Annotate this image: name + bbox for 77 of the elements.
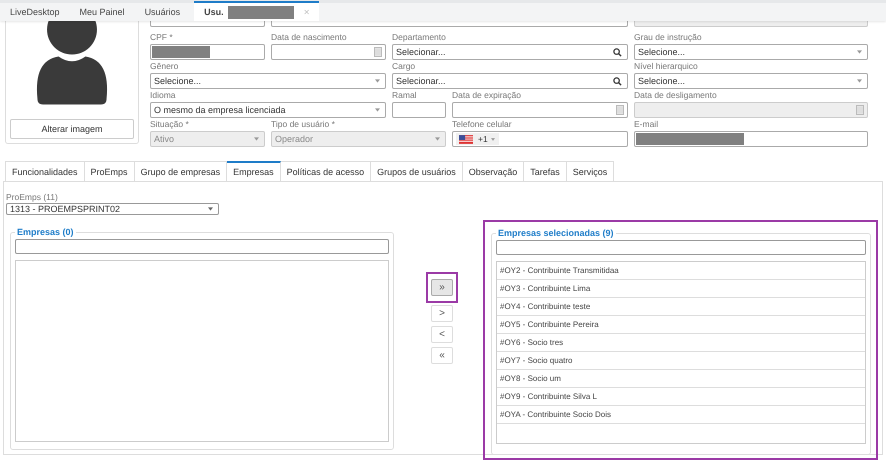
field-label: Nível hierarquico [634,61,699,73]
field-label: Data de nascimento [271,32,348,44]
date-field[interactable] [271,44,386,60]
calendar-icon[interactable] [616,105,624,115]
dropdown-field[interactable]: O mesmo da empresa licenciada [150,102,386,118]
change-image-button[interactable]: Alterar imagem [10,119,134,139]
field-label: Data de expiração [452,90,522,102]
section-tab[interactable]: Observação [462,161,524,181]
section-tab[interactable]: Empresas [227,161,281,181]
field-label: CPF * [150,32,174,44]
caret-icon [375,79,380,83]
move-button[interactable]: < [431,326,453,343]
field-label: Telefone celular [452,119,513,131]
dropdown-field[interactable]: Selecionar... [392,73,628,89]
list-item[interactable]: #OY6 - Socio tres [497,334,865,352]
move-button[interactable]: > [431,305,453,322]
list-item[interactable]: #OY7 - Socio quatro [497,352,865,370]
section-tab[interactable]: Serviços [566,161,614,181]
field-label: Idioma [150,90,177,102]
field-label: Ramal [392,90,418,102]
field-label: Gênero [150,61,180,73]
group-title: Empresas selecionadas (9) [496,228,616,238]
field-label: Tipo de usuário * [271,119,336,131]
field-label: Departamento [392,32,447,44]
section-tab[interactable]: Funcionalidades [5,161,85,181]
flag-icon [459,134,473,144]
close-icon[interactable] [304,9,310,15]
section-tab[interactable]: Políticas de acesso [280,161,372,181]
search-icon[interactable] [613,76,622,86]
caret-icon [254,137,259,141]
app-tab[interactable]: Usuários [138,3,194,21]
search-icon[interactable] [613,48,622,56]
field-label: Situação * [150,119,190,131]
dropdown-field[interactable]: Selecione... [634,44,868,60]
field-label: E-mail [634,119,660,131]
calendar-icon[interactable] [374,47,382,57]
list-item[interactable]: #OYA - Contribuinte Socio Dois [497,406,865,424]
phone-field[interactable]: +1 [452,131,628,147]
dropdown-field[interactable]: Selecionar... [392,44,628,60]
date-field[interactable] [452,102,628,118]
field-label: Data de desligamento [634,90,718,102]
field-label: Cargo [392,61,416,73]
move-button[interactable]: « [431,347,453,364]
caret-icon [490,138,495,140]
caret-icon [375,108,380,112]
dropdown-field[interactable]: Selecione... [150,73,386,89]
list-item[interactable]: #OY8 - Socio um [497,370,865,388]
country-code-dropdown[interactable]: +1 [456,133,499,145]
filter-field[interactable] [15,239,389,254]
field-label: ProEmps (11) [6,192,59,203]
section-tab[interactable]: Tarefas [524,161,567,181]
field-label: Grau de instrução [634,32,703,44]
caret-icon [857,50,862,54]
caret-icon [208,207,213,211]
app-tab[interactable]: Meu Painel [74,3,139,21]
group-title: Empresas (0) [15,227,76,237]
section-tab[interactable]: ProEmps [84,161,135,181]
filter-field[interactable] [496,240,866,255]
input-field[interactable] [150,44,265,60]
move-button[interactable]: » [431,279,453,296]
list-item[interactable]: #OY3 - Contribuinte Lima [497,280,865,298]
list-item[interactable]: #OY2 - Contribuinte Transmitidaa [497,262,865,280]
caret-icon [435,137,440,141]
app-tab[interactable]: Usu. [194,1,320,21]
list-item[interactable]: #OY4 - Contribuinte teste [497,298,865,316]
input-field[interactable] [634,131,868,147]
app-tab[interactable]: LiveDesktop [4,3,74,21]
input-field[interactable] [271,21,628,27]
section-tab[interactable]: Grupos de usuários [371,161,463,181]
input-field[interactable] [392,102,446,118]
list-item[interactable]: #OY9 - Contribuinte Silva L [497,388,865,406]
dropdown-field[interactable]: Selecione... [634,73,868,89]
list-item[interactable]: #OY5 - Contribuinte Pereira [497,316,865,334]
caret-icon [857,79,862,83]
section-tab[interactable]: Grupo de empresas [134,161,228,181]
dropdown-field[interactable]: 1313 - PROEMPSPRINT02 [6,203,219,215]
input-field[interactable] [150,21,265,27]
